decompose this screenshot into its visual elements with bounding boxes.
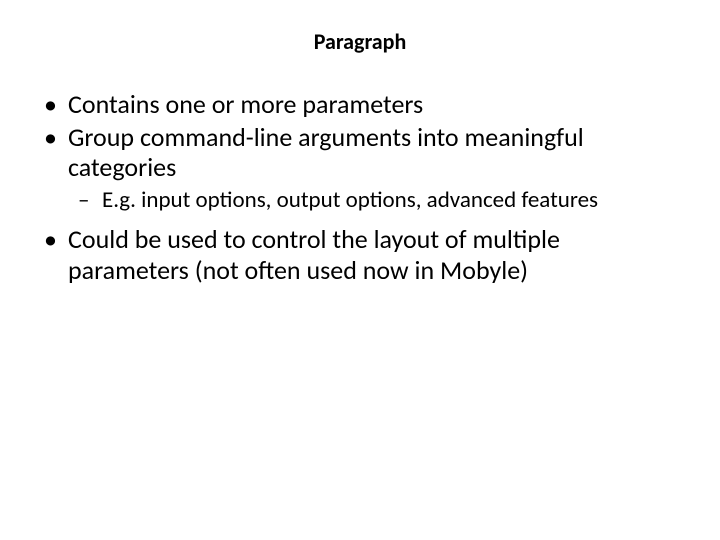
sub-bullet-item: E.g. input options, output options, adva… bbox=[68, 187, 682, 214]
slide-title: Paragraph bbox=[0, 28, 720, 55]
slide-body: Contains one or more parameters Group co… bbox=[0, 89, 720, 285]
bullet-text: Group command-line arguments into meanin… bbox=[68, 121, 584, 184]
bullet-text: Contains one or more parameters bbox=[68, 88, 423, 120]
bullet-text: Could be used to control the layout of m… bbox=[68, 223, 560, 286]
bullet-item: Group command-line arguments into meanin… bbox=[38, 122, 682, 214]
sub-bullet-text: E.g. input options, output options, adva… bbox=[102, 186, 598, 214]
bullet-item: Could be used to control the layout of m… bbox=[38, 224, 682, 285]
bullet-list-level2: E.g. input options, output options, adva… bbox=[68, 187, 682, 214]
bullet-list-level1: Contains one or more parameters Group co… bbox=[38, 89, 682, 285]
bullet-item: Contains one or more parameters bbox=[38, 89, 682, 120]
